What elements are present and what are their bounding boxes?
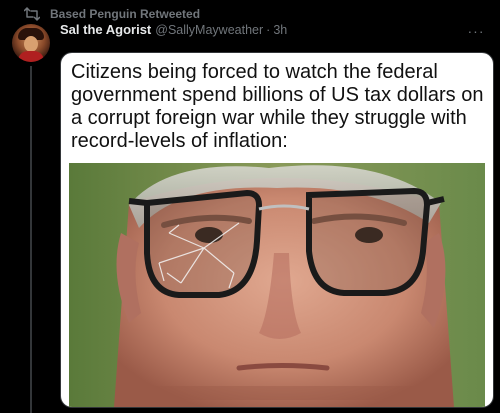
photo-man-cracked-glasses [69,163,485,407]
author-handle[interactable]: @SallyMayweather [155,23,263,37]
retweet-label[interactable]: Based Penguin Retweeted [50,7,200,21]
tweet[interactable]: Based Penguin Retweeted Sal the Agorist … [0,0,500,413]
avatar[interactable] [12,24,50,62]
meme-caption: Citizens being forced to watch the feder… [71,61,484,152]
separator-dot: · [266,23,271,37]
more-icon[interactable]: ··· [466,22,486,40]
tweet-timestamp[interactable]: 3h [273,23,287,37]
tweet-header: Sal the Agorist @SallyMayweather · 3h [60,22,287,40]
retweet-context: Based Penguin Retweeted [24,6,200,22]
thread-line [30,66,32,413]
retweet-icon [24,7,40,21]
tweet-media-image[interactable]: Citizens being forced to watch the feder… [60,52,494,408]
author-name[interactable]: Sal the Agorist [60,22,151,37]
